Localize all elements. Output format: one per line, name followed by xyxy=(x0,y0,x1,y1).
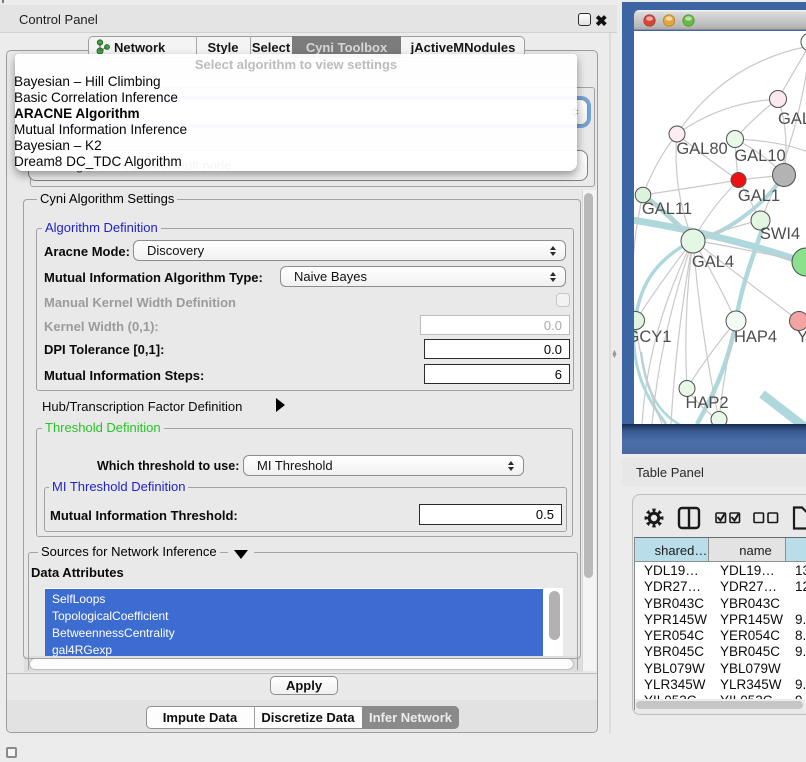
svg-text:GAL2: GAL2 xyxy=(778,110,806,128)
svg-text:GAL1: GAL1 xyxy=(738,187,780,205)
svg-text:GAL10: GAL10 xyxy=(734,147,785,165)
svg-text:HAP4: HAP4 xyxy=(734,328,777,346)
svg-text:Y: Y xyxy=(797,328,806,346)
svg-text:GAL80: GAL80 xyxy=(676,140,727,158)
svg-text:GAL4: GAL4 xyxy=(692,253,734,271)
svg-text:HAP2: HAP2 xyxy=(685,394,728,412)
svg-text:SWI4: SWI4 xyxy=(760,225,800,243)
svg-text:GAL11: GAL11 xyxy=(642,200,692,218)
svg-text:GCY1: GCY1 xyxy=(634,328,671,346)
